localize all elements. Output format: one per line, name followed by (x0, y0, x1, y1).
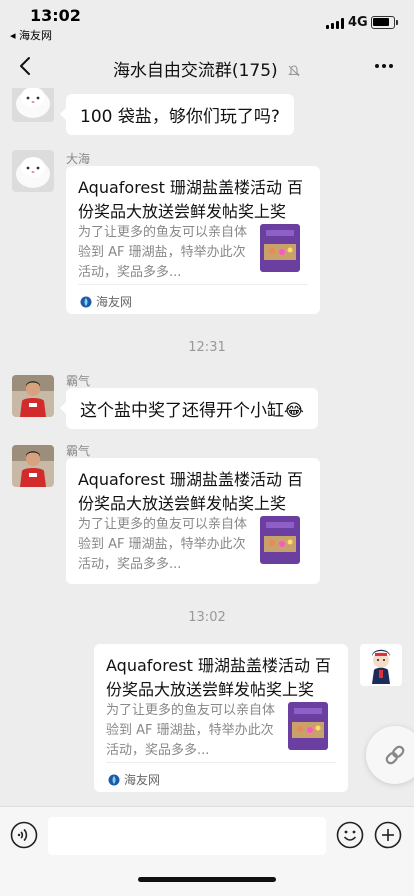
card-divider (106, 762, 336, 763)
card-title: Aquaforest 珊湖盐盖楼活动 百份奖品大放送尝鲜发帖奖上奖 (78, 178, 304, 221)
network-type: 4G (348, 15, 368, 30)
link-card[interactable]: Aquaforest 珊湖盐盖楼活动 百份奖品大放送尝鲜发帖奖上奖 为了让更多的… (94, 644, 348, 792)
page-title: 海水自由交流群(175) (0, 56, 414, 81)
card-source: 海友网 (108, 771, 160, 788)
card-description: 为了让更多的鱼友可以亲自体验到 AF 珊湖盐，特举办此次活动，奖品多多... (78, 225, 248, 280)
avatar-white-cat[interactable] (12, 150, 54, 192)
timestamp: 13:02 (188, 610, 226, 625)
message-bubble[interactable]: 这个盐中奖了还得开个小缸😂 (60, 388, 318, 429)
link-card[interactable]: Aquaforest 珊湖盐盖楼活动 百份奖品大放送尝鲜发帖奖上奖 为了让更多的… (66, 458, 320, 584)
nav-bar: 海水自由交流群(175) (0, 44, 414, 88)
message-input[interactable] (48, 817, 326, 855)
card-title: Aquaforest 珊湖盐盖楼活动 百份奖品大放送尝鲜发帖奖上奖 (106, 656, 332, 699)
message-bubble[interactable]: 100 袋盐，够你们玩了吗? (60, 94, 294, 135)
voice-icon[interactable] (10, 821, 38, 849)
source-label: 海友网 (96, 295, 133, 309)
sender-name: 霸气 (66, 444, 91, 458)
source-logo-icon (108, 774, 120, 785)
floating-link-button[interactable] (366, 726, 414, 784)
signal-icon (326, 18, 344, 29)
card-title: Aquaforest 珊湖盐盖楼活动 百份奖品大放送尝鲜发帖奖上奖 (78, 470, 304, 513)
avatar-own-cartoon[interactable] (360, 644, 402, 686)
sender-name: 霸气 (66, 374, 91, 388)
chat-title: 海水自由交流群(175) (112, 61, 278, 81)
status-time: 13:02 (30, 6, 81, 25)
battery-icon (371, 16, 398, 29)
salt-bag-thumbnail (288, 702, 328, 750)
message-text: 100 袋盐，够你们玩了吗? (80, 107, 280, 127)
source-logo-icon (80, 296, 92, 307)
avatar-white-cat[interactable] (12, 88, 54, 122)
avatar-red-shirt-user[interactable] (12, 375, 54, 417)
card-description: 为了让更多的鱼友可以亲自体验到 AF 珊湖盐，特举办此次活动，奖品多多... (78, 517, 248, 572)
emoji-icon[interactable] (336, 821, 364, 849)
avatar-red-shirt-user[interactable] (12, 445, 54, 487)
mute-icon (288, 65, 300, 77)
plus-icon[interactable] (374, 821, 402, 849)
back-to-app-link[interactable]: ◂ 海友网 (10, 27, 52, 43)
salt-bag-thumbnail (260, 224, 300, 272)
status-bar: 13:02 ◂ 海友网 4G (0, 0, 414, 44)
timestamp: 12:31 (188, 340, 226, 355)
input-bar (0, 806, 414, 896)
home-indicator[interactable] (138, 877, 276, 882)
card-divider (78, 284, 308, 285)
sender-name: 大海 (66, 152, 91, 166)
source-label: 海友网 (124, 773, 161, 787)
message-text: 这个盐中奖了还得开个小缸😂 (80, 401, 304, 421)
link-icon (385, 745, 405, 765)
salt-bag-thumbnail (260, 516, 300, 564)
card-source: 海友网 (80, 293, 132, 310)
card-description: 为了让更多的鱼友可以亲自体验到 AF 珊湖盐，特举办此次活动，奖品多多... (106, 703, 276, 758)
link-card[interactable]: Aquaforest 珊湖盐盖楼活动 百份奖品大放送尝鲜发帖奖上奖 为了让更多的… (66, 166, 320, 314)
chat-area[interactable]: 100 袋盐，够你们玩了吗? 大海 Aquaforest 珊湖盐盖楼活动 百份奖… (0, 88, 414, 806)
more-icon[interactable] (372, 54, 396, 78)
